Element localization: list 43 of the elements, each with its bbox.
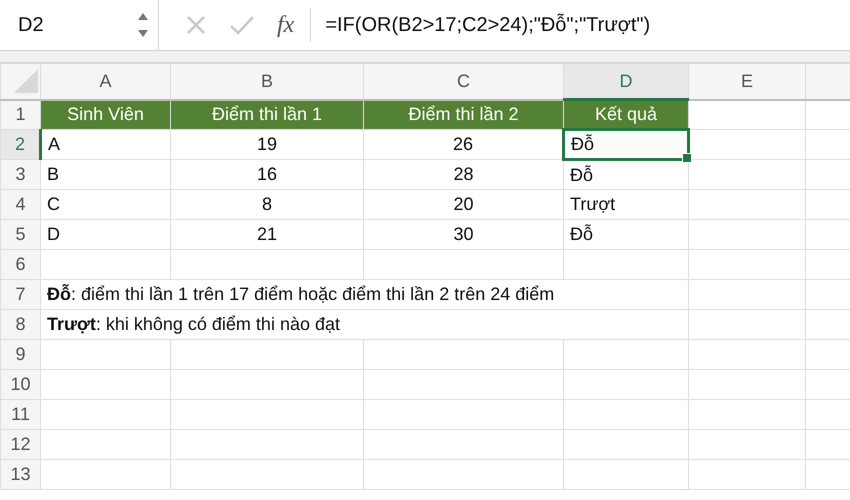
header-cell: Điểm thi lần 2: [364, 100, 564, 130]
row-header[interactable]: 9: [0, 340, 40, 370]
table-cell: 28: [364, 160, 564, 190]
table-cell: B: [40, 160, 170, 190]
row-header[interactable]: 6: [0, 250, 40, 280]
table-cell: Trượt: [564, 190, 688, 220]
cell-reference: D2: [18, 14, 44, 36]
table-cell: 30: [364, 220, 564, 250]
table-cell: 16: [170, 160, 364, 190]
table-cell: 21: [170, 220, 364, 250]
table-cell: 20: [364, 190, 564, 220]
column-header[interactable]: E: [688, 64, 806, 100]
row-header[interactable]: 3: [0, 160, 40, 190]
header-cell: Sinh Viên: [40, 100, 170, 130]
column-header[interactable]: B: [170, 64, 364, 100]
column-header[interactable]: D: [564, 64, 688, 100]
function-button[interactable]: fx: [277, 12, 294, 38]
row-header[interactable]: 4: [0, 190, 40, 220]
column-header[interactable]: A: [40, 64, 170, 100]
row-header[interactable]: 1: [0, 100, 40, 130]
table-cell: 8: [170, 190, 364, 220]
header-cell: Điểm thi lần 1: [170, 100, 364, 130]
column-header[interactable]: C: [364, 64, 564, 100]
name-box[interactable]: D2: [0, 0, 159, 50]
row-header[interactable]: 8: [0, 310, 40, 340]
row-header[interactable]: 11: [0, 400, 40, 430]
row-header[interactable]: 13: [0, 460, 40, 490]
row-header[interactable]: 7: [0, 280, 40, 310]
table-cell: C: [40, 190, 170, 220]
table-cell: D: [40, 220, 170, 250]
row-header[interactable]: 2: [0, 130, 40, 160]
note-text: Đỗ: điểm thi lần 1 trên 17 điểm hoặc điểm thi lần 2 trên 24 điểm: [47, 284, 554, 304]
note-text: Trượt: khi không có điểm thi nào đạt: [47, 314, 340, 334]
table-cell: A: [40, 130, 170, 160]
formula-field[interactable]: =IF(OR(B2>17;C2>24);"Đỗ";"Trượt"): [311, 14, 650, 36]
row-header[interactable]: 5: [0, 220, 40, 250]
row-header[interactable]: 12: [0, 430, 40, 460]
fill-handle[interactable]: [682, 153, 692, 163]
row-header[interactable]: 10: [0, 370, 40, 400]
cancel-icon[interactable]: [185, 14, 207, 36]
table-cell: Đỗ: [564, 220, 688, 250]
confirm-icon[interactable]: [229, 14, 255, 36]
table-cell: 19: [170, 130, 364, 160]
